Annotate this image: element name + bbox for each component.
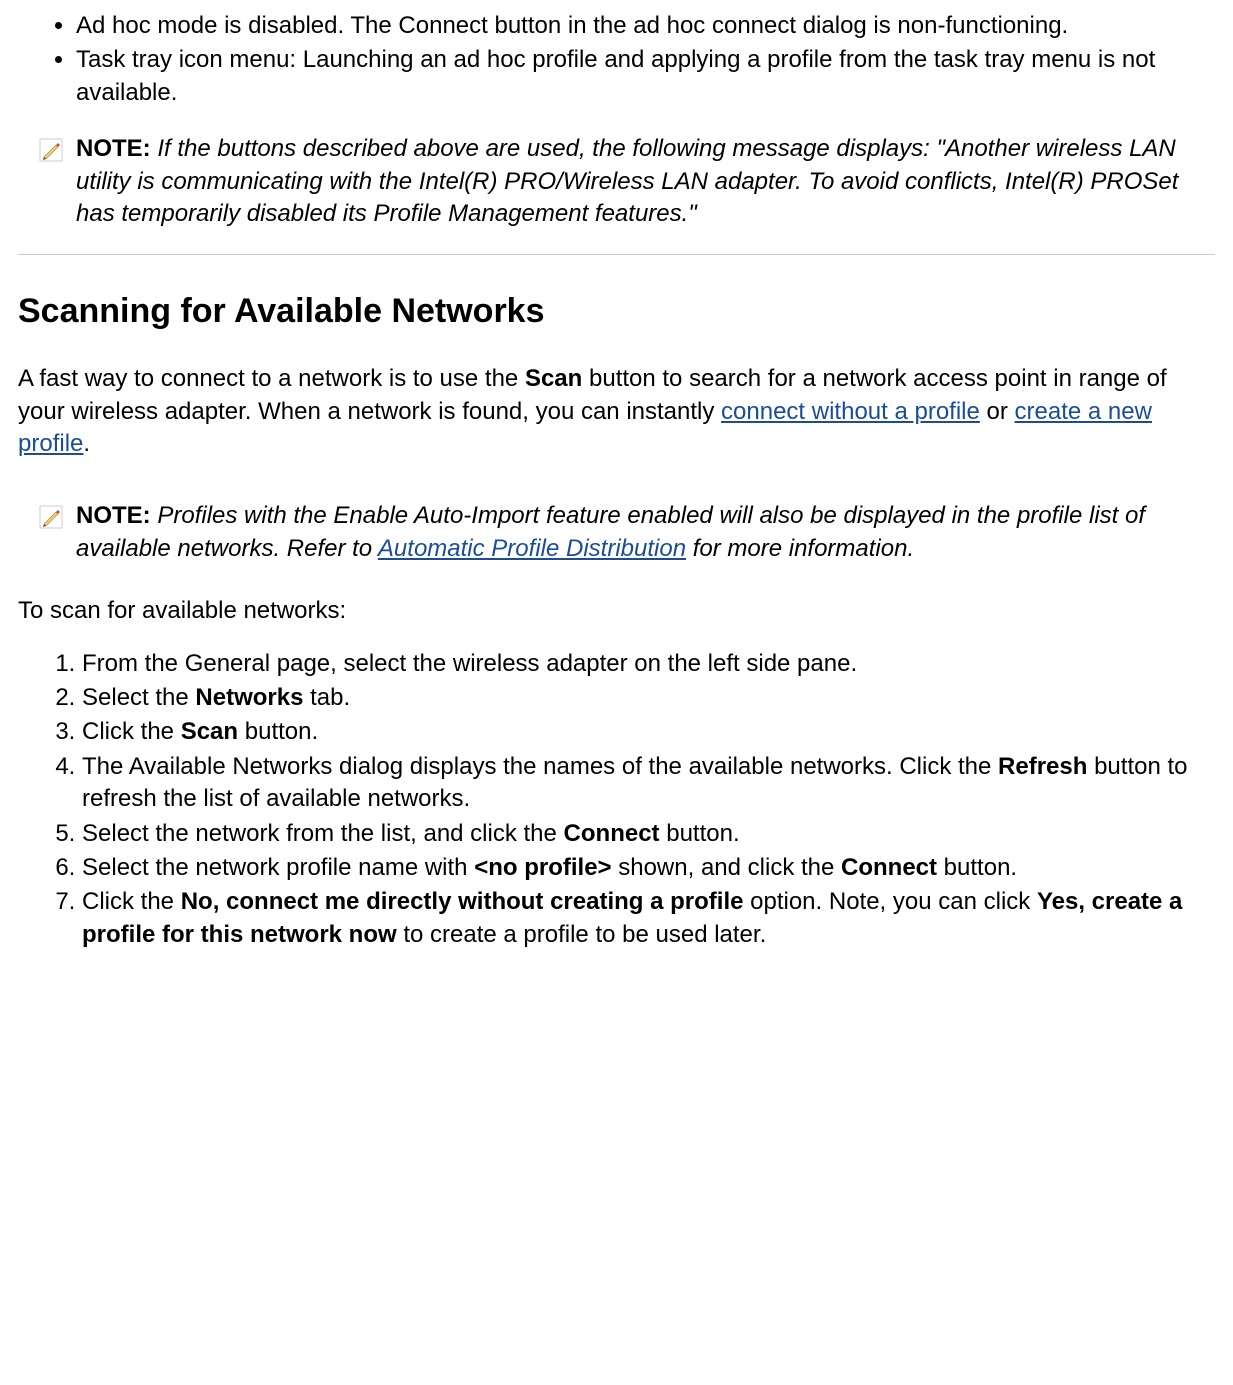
- text-fragment: The Available Networks dialog displays t…: [82, 753, 998, 780]
- text-fragment: to create a profile to be used later.: [397, 921, 767, 948]
- note-block-2: NOTE: Profiles with the Enable Auto-Impo…: [18, 500, 1215, 565]
- text-fragment: Select the: [82, 684, 195, 711]
- steps-list: From the General page, select the wirele…: [18, 648, 1215, 952]
- text-fragment: .: [83, 430, 90, 457]
- list-item: Select the Networks tab.: [82, 682, 1215, 714]
- note-label: NOTE:: [76, 135, 151, 162]
- text-fragment: button.: [937, 854, 1017, 881]
- text-fragment: for more information.: [686, 535, 914, 562]
- note-body: NOTE: Profiles with the Enable Auto-Impo…: [76, 500, 1215, 565]
- bold-networks: Networks: [195, 684, 303, 711]
- link-connect-without-profile[interactable]: connect without a profile: [721, 398, 980, 425]
- text-fragment: Select the network profile name with: [82, 854, 474, 881]
- bold-scan: Scan: [525, 365, 582, 392]
- list-item: Click the No, connect me directly withou…: [82, 886, 1215, 951]
- text-fragment: shown, and click the: [612, 854, 841, 881]
- note-pencil-icon: [38, 137, 64, 163]
- bold-connect: Connect: [564, 820, 660, 847]
- text-fragment: option. Note, you can click: [743, 888, 1036, 915]
- list-item: The Available Networks dialog displays t…: [82, 751, 1215, 816]
- text-fragment: Click the: [82, 888, 181, 915]
- text-fragment: or: [980, 398, 1015, 425]
- list-item: Select the network from the list, and cl…: [82, 818, 1215, 850]
- section-divider: [18, 254, 1215, 255]
- text-fragment: Select the network from the list, and cl…: [82, 820, 564, 847]
- text-fragment: Click the: [82, 718, 181, 745]
- text-fragment: button.: [660, 820, 740, 847]
- bold-scan: Scan: [181, 718, 238, 745]
- note-label: NOTE:: [76, 502, 151, 529]
- note-pencil-icon: [38, 504, 64, 530]
- text-fragment: tab.: [303, 684, 350, 711]
- list-item: From the General page, select the wirele…: [82, 648, 1215, 680]
- note-text: If the buttons described above are used,…: [76, 135, 1178, 227]
- top-bullet-list: Ad hoc mode is disabled. The Connect but…: [18, 10, 1215, 109]
- note-text: Profiles with the Enable Auto-Import fea…: [76, 502, 1145, 561]
- bold-connect: Connect: [841, 854, 937, 881]
- text-fragment: button.: [238, 718, 318, 745]
- section-heading: Scanning for Available Networks: [18, 289, 1215, 335]
- note-body: NOTE: If the buttons described above are…: [76, 133, 1215, 230]
- bold-no-profile: <no profile>: [474, 854, 611, 881]
- list-item: Select the network profile name with <no…: [82, 852, 1215, 884]
- text-fragment: A fast way to connect to a network is to…: [18, 365, 525, 392]
- link-auto-profile-distribution[interactable]: Automatic Profile Distribution: [378, 535, 686, 562]
- bold-refresh: Refresh: [998, 753, 1087, 780]
- bold-no-connect-directly: No, connect me directly without creating…: [181, 888, 744, 915]
- scan-lead: To scan for available networks:: [18, 595, 1215, 627]
- list-item: Click the Scan button.: [82, 716, 1215, 748]
- list-item: Ad hoc mode is disabled. The Connect but…: [76, 10, 1215, 42]
- intro-paragraph: A fast way to connect to a network is to…: [18, 363, 1215, 460]
- note-block-1: NOTE: If the buttons described above are…: [18, 133, 1215, 230]
- list-item: Task tray icon menu: Launching an ad hoc…: [76, 44, 1215, 109]
